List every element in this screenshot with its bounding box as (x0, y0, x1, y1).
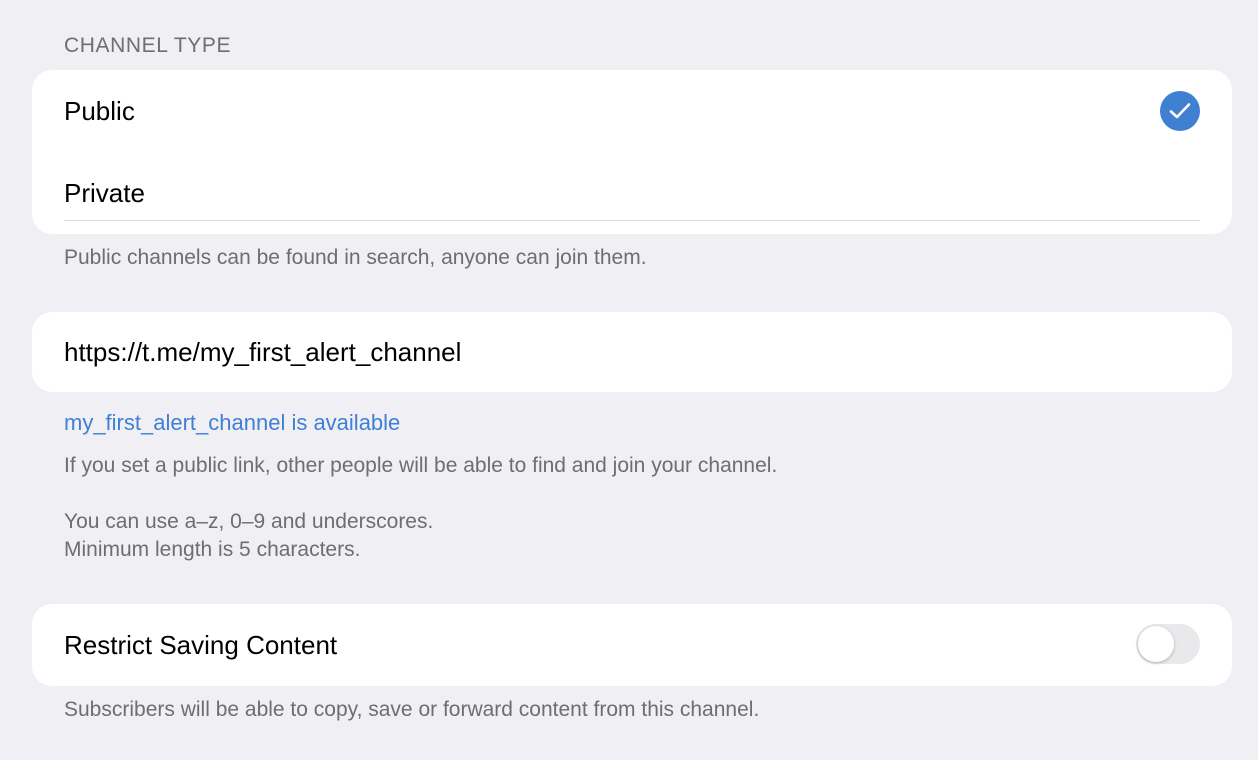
toggle-knob (1138, 626, 1174, 662)
public-link-input[interactable] (64, 312, 1200, 392)
check-icon (1160, 91, 1200, 131)
option-private[interactable]: Private (64, 152, 1200, 234)
channel-type-card: Public Private (32, 70, 1232, 234)
link-rules-characters: You can use a–z, 0–9 and underscores. (64, 510, 434, 533)
channel-type-footer: Public channels can be found in search, … (64, 246, 647, 269)
restrict-saving-toggle[interactable] (1136, 624, 1200, 664)
option-private-label: Private (64, 177, 145, 208)
restrict-saving-label: Restrict Saving Content (64, 629, 338, 660)
link-rules-length: Minimum length is 5 characters. (64, 538, 361, 561)
link-card (32, 312, 1232, 392)
link-availability-status: my_first_alert_channel is available (64, 410, 401, 435)
option-public[interactable]: Public (64, 70, 1200, 152)
channel-settings-page: CHANNEL TYPE Public Private Public chann… (0, 0, 1258, 760)
link-footer-rules: You can use a–z, 0–9 and underscores. Mi… (64, 508, 433, 564)
restrict-footer: Subscribers will be able to copy, save o… (64, 698, 760, 721)
restrict-card: Restrict Saving Content (32, 604, 1232, 686)
channel-type-header: CHANNEL TYPE (64, 34, 232, 57)
option-public-label: Public (64, 95, 135, 126)
link-footer-info: If you set a public link, other people w… (64, 454, 778, 477)
